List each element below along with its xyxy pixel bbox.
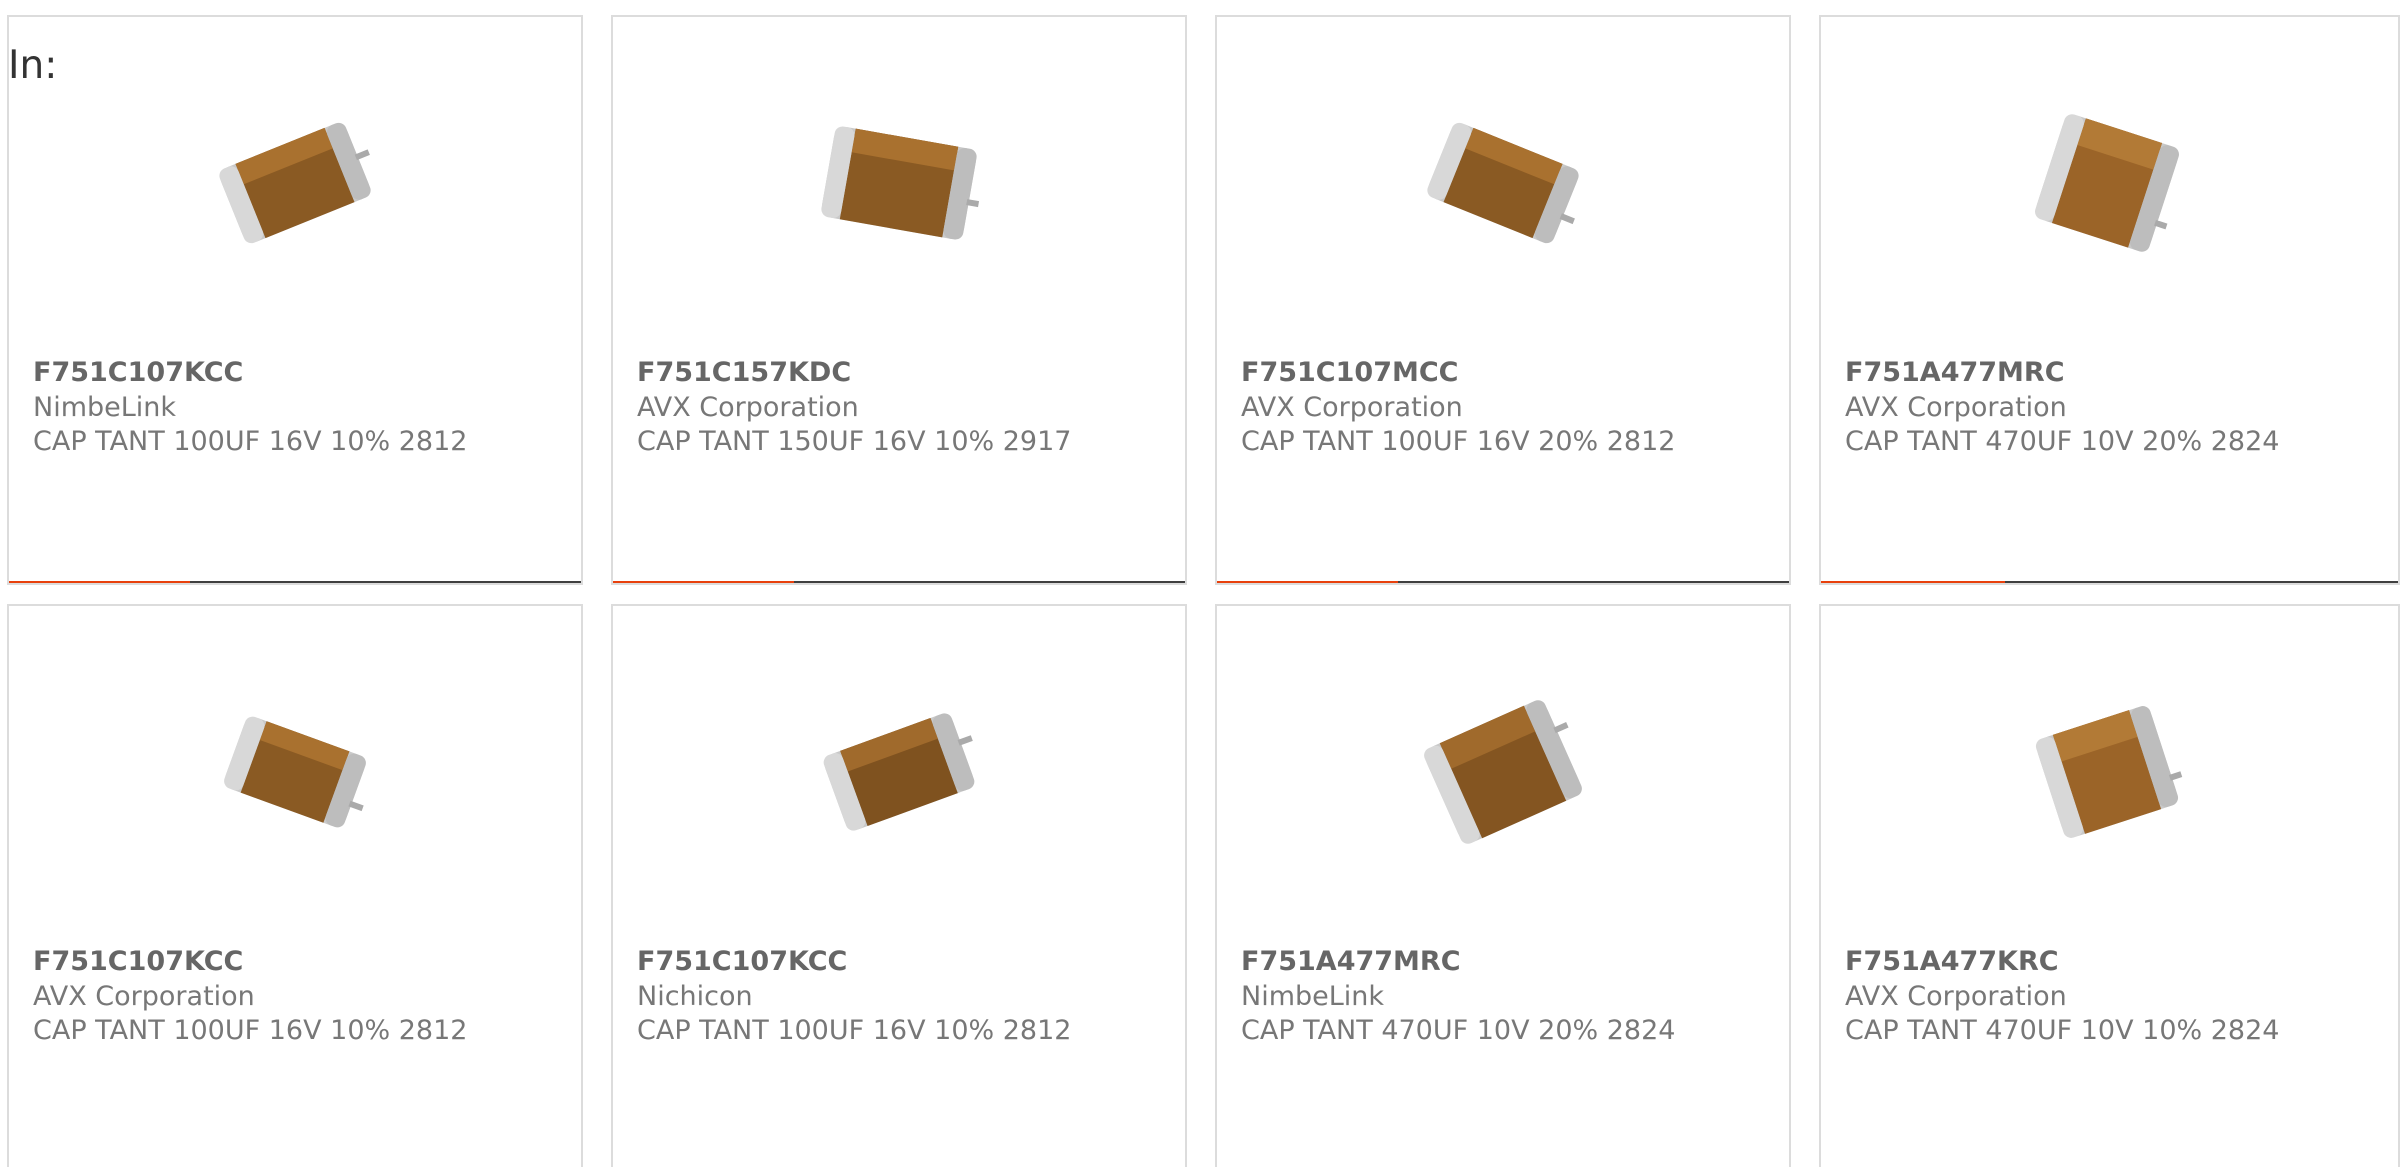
part-number[interactable]: F751A477KRC xyxy=(1845,946,2059,977)
description: CAP TANT 150UF 16V 10% 2917 xyxy=(637,426,1072,457)
description: CAP TANT 470UF 10V 10% 2824 xyxy=(1845,1015,2280,1046)
manufacturer: AVX Corporation xyxy=(33,981,255,1012)
capacitor-image xyxy=(1403,672,1603,872)
accent-bar-fill xyxy=(1217,581,1398,583)
description: CAP TANT 100UF 16V 10% 2812 xyxy=(637,1015,1072,1046)
manufacturer: AVX Corporation xyxy=(1845,981,2067,1012)
manufacturer: AVX Corporation xyxy=(1845,392,2067,423)
part-number[interactable]: F751C107MCC xyxy=(1241,357,1458,388)
manufacturer: NimbeLink xyxy=(1241,981,1385,1012)
capacitor-image xyxy=(2007,672,2207,872)
product-card[interactable]: F751C107KCC Nichicon CAP TANT 100UF 16V … xyxy=(611,604,1187,1167)
accent-bar xyxy=(1821,581,2398,583)
part-number[interactable]: F751C157KDC xyxy=(637,357,851,388)
manufacturer: AVX Corporation xyxy=(1241,392,1463,423)
part-number[interactable]: F751A477MRC xyxy=(1241,946,1461,977)
accent-bar xyxy=(9,581,581,583)
product-card[interactable]: F751C107KCC AVX Corporation CAP TANT 100… xyxy=(7,604,583,1167)
accent-bar-fill xyxy=(9,581,190,583)
accent-bar xyxy=(613,581,1185,583)
product-card[interactable]: F751A477MRC NimbeLink CAP TANT 470UF 10V… xyxy=(1215,604,1791,1167)
part-number[interactable]: F751A477MRC xyxy=(1845,357,2065,388)
description: CAP TANT 100UF 16V 20% 2812 xyxy=(1241,426,1676,457)
part-number[interactable]: F751C107KCC xyxy=(33,946,243,977)
capacitor-image xyxy=(1403,83,1603,283)
part-number[interactable]: F751C107KCC xyxy=(637,946,847,977)
part-number[interactable]: F751C107KCC xyxy=(33,357,243,388)
manufacturer: NimbeLink xyxy=(33,392,177,423)
accent-bar-fill xyxy=(1821,581,2005,583)
capacitor-image xyxy=(195,672,395,872)
product-card[interactable]: F751A477KRC AVX Corporation CAP TANT 470… xyxy=(1819,604,2400,1167)
product-card[interactable]: F751C107KCC NimbeLink CAP TANT 100UF 16V… xyxy=(7,15,583,585)
capacitor-image xyxy=(799,672,999,872)
capacitor-image xyxy=(2007,83,2207,283)
product-card[interactable]: F751A477MRC AVX Corporation CAP TANT 470… xyxy=(1819,15,2400,585)
accent-bar xyxy=(1217,581,1789,583)
product-card[interactable]: F751C107MCC AVX Corporation CAP TANT 100… xyxy=(1215,15,1791,585)
manufacturer: Nichicon xyxy=(637,981,753,1012)
in-label: In: xyxy=(8,43,58,88)
capacitor-image xyxy=(195,83,395,283)
manufacturer: AVX Corporation xyxy=(637,392,859,423)
description: CAP TANT 100UF 16V 10% 2812 xyxy=(33,1015,468,1046)
description: CAP TANT 470UF 10V 20% 2824 xyxy=(1845,426,2280,457)
description: CAP TANT 470UF 10V 20% 2824 xyxy=(1241,1015,1676,1046)
description: CAP TANT 100UF 16V 10% 2812 xyxy=(33,426,468,457)
accent-bar-fill xyxy=(613,581,794,583)
capacitor-image xyxy=(799,83,999,283)
product-card[interactable]: F751C157KDC AVX Corporation CAP TANT 150… xyxy=(611,15,1187,585)
